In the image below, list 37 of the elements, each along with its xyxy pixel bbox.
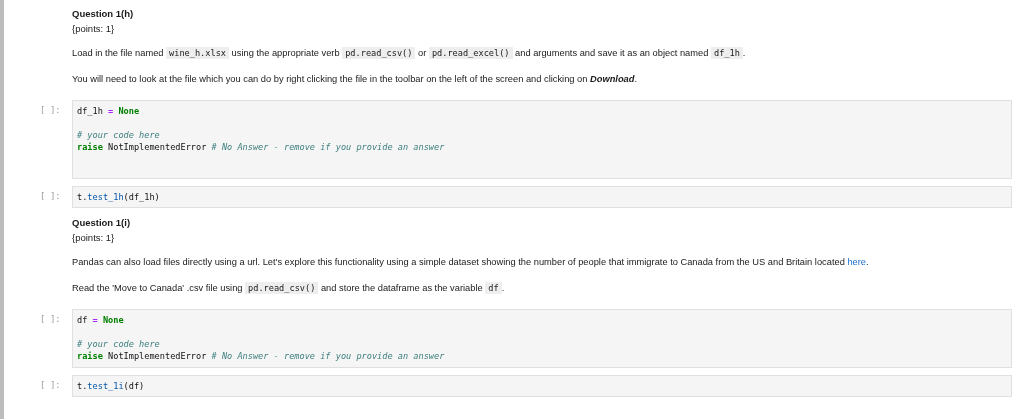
instruction-text: Load in the file named wine_h.xlsx using the appropriate verb pd.read_csv() or pd.read_excel() and arguments and save it as an object named df_1h . — [72, 46, 747, 60]
code-text: (df) — [123, 380, 145, 391]
execution-prompt: [ ]: — [40, 378, 62, 390]
code-text: (df_1h) — [123, 191, 160, 202]
keyword-text: raise — [77, 351, 103, 361]
function-name: test_1h — [87, 191, 124, 202]
points-label: {points: 1} — [72, 232, 116, 243]
dataset-link[interactable]: here — [847, 257, 866, 267]
code-text: NotImplementedError — [107, 142, 208, 152]
code-text: t. — [77, 380, 88, 391]
code-comment: # No Answer - remove if you provide an answer — [211, 142, 445, 152]
operator-text: = — [108, 106, 114, 116]
code-text: df — [77, 315, 89, 325]
question-title: Question 1(h) — [72, 8, 135, 19]
execution-prompt: [ ]: — [40, 313, 62, 324]
execution-prompt: [ ]: — [40, 104, 62, 115]
instruction-text: You will need to look at the file which you can do by right clicking the file in the toolbar on the left of the screen and clicking on Download. — [72, 73, 639, 86]
instruction-text: Pandas can also load files directly using a url. Let's explore this functionality using a simple dataset showing the number of people that immigrate to Canada from the US and Britain located here. — [72, 256, 870, 269]
keyword-text: raise — [77, 142, 103, 152]
code-editor[interactable]: t.test_1i(df) — [72, 374, 1012, 397]
code-editor[interactable]: df_1h = None # your code here raise NotImplementedError # No Answer - remove if you provide an answer — [72, 100, 1012, 179]
keyword-text: None — [117, 106, 140, 116]
code-comment: # your code here — [77, 338, 160, 349]
operator-text: = — [92, 315, 98, 325]
question-title: Question 1(i) — [72, 217, 132, 228]
keyword-text: None — [101, 315, 124, 325]
code-editor[interactable]: t.test_1h(df_1h) — [72, 185, 1012, 208]
code-text: NotImplementedError — [107, 351, 208, 361]
points-label: {points: 1} — [72, 23, 116, 34]
code-text: t. — [77, 191, 88, 202]
function-name: test_1i — [87, 380, 124, 391]
code-editor[interactable]: df = None # your code here raise NotImplementedError # No Answer - remove if you provide an answer — [72, 309, 1012, 368]
code-text: df_1h — [77, 106, 104, 116]
code-comment: # No Answer - remove if you provide an answer — [211, 351, 445, 361]
execution-prompt: [ ]: — [40, 189, 62, 201]
code-comment: # your code here — [77, 129, 160, 140]
instruction-text: Read the 'Move to Canada' .csv file using pd.read_csv() and store the dataframe as the variable df . — [72, 281, 506, 295]
